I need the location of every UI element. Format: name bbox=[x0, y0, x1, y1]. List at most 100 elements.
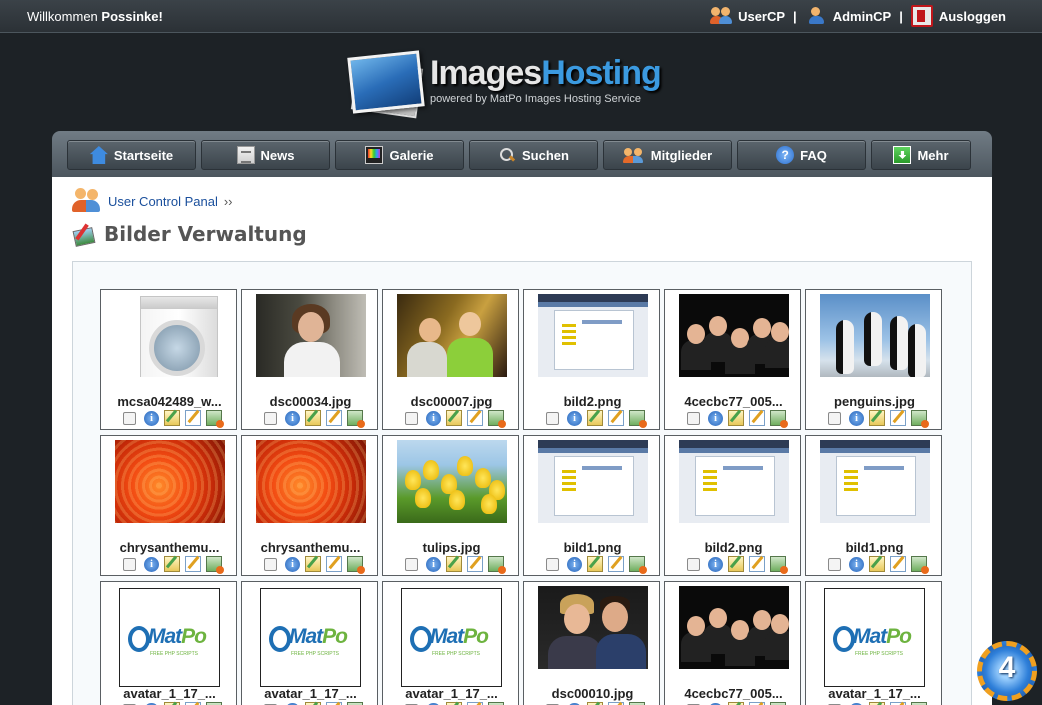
rename-icon[interactable] bbox=[608, 410, 624, 426]
select-checkbox[interactable] bbox=[546, 557, 559, 571]
logout-link[interactable]: Ausloggen bbox=[910, 5, 1006, 27]
rename-icon[interactable] bbox=[749, 556, 765, 572]
image-card[interactable]: bild2.png i bbox=[664, 435, 801, 576]
info-icon[interactable]: i bbox=[426, 556, 441, 572]
info-icon[interactable]: i bbox=[285, 556, 300, 572]
rename-icon[interactable] bbox=[326, 556, 342, 572]
info-icon[interactable]: i bbox=[849, 410, 864, 426]
edit-icon[interactable] bbox=[446, 556, 462, 572]
image-thumbnail[interactable] bbox=[820, 440, 930, 523]
image-card[interactable]: chrysanthemu... i bbox=[241, 435, 378, 576]
image-card[interactable]: dsc00034.jpg i bbox=[241, 289, 378, 430]
select-checkbox[interactable] bbox=[828, 557, 841, 571]
edit-icon[interactable] bbox=[728, 556, 744, 572]
info-icon[interactable]: i bbox=[708, 410, 723, 426]
image-card[interactable]: dsc00007.jpg i bbox=[382, 289, 519, 430]
image-thumbnail[interactable] bbox=[820, 294, 930, 377]
site-logo[interactable]: ImagesHosting powered by MatPo Images Ho… bbox=[347, 50, 678, 122]
delete-icon[interactable] bbox=[347, 410, 365, 428]
rename-icon[interactable] bbox=[467, 410, 483, 426]
image-thumbnail[interactable] bbox=[397, 294, 507, 377]
edit-icon[interactable] bbox=[587, 556, 603, 572]
image-thumbnail[interactable] bbox=[679, 586, 789, 669]
edit-icon[interactable] bbox=[305, 556, 321, 572]
nav-galerie[interactable]: Galerie bbox=[335, 140, 464, 170]
info-icon[interactable]: i bbox=[285, 410, 300, 426]
select-checkbox[interactable] bbox=[405, 557, 418, 571]
rename-icon[interactable] bbox=[890, 410, 906, 426]
edit-icon[interactable] bbox=[587, 410, 603, 426]
image-thumbnail[interactable]: MatPo FREE PHP SCRIPTS bbox=[260, 588, 361, 687]
image-card[interactable]: bild2.png i bbox=[523, 289, 660, 430]
rename-icon[interactable] bbox=[185, 410, 201, 426]
edit-icon[interactable] bbox=[164, 556, 180, 572]
image-thumbnail[interactable] bbox=[115, 440, 225, 523]
delete-icon[interactable] bbox=[488, 410, 506, 428]
image-card[interactable]: dsc00010.jpgi bbox=[523, 581, 660, 705]
edit-icon[interactable] bbox=[869, 556, 885, 572]
info-icon[interactable]: i bbox=[567, 410, 582, 426]
select-checkbox[interactable] bbox=[123, 557, 136, 571]
breadcrumb-link[interactable]: User Control Panal bbox=[108, 194, 218, 209]
image-card[interactable]: bild1.png i bbox=[805, 435, 942, 576]
delete-icon[interactable] bbox=[347, 556, 365, 574]
edit-icon[interactable] bbox=[446, 410, 462, 426]
image-thumbnail[interactable] bbox=[115, 294, 225, 377]
image-thumbnail[interactable]: MatPo FREE PHP SCRIPTS bbox=[824, 588, 925, 687]
delete-icon[interactable] bbox=[629, 410, 647, 428]
delete-icon[interactable] bbox=[911, 410, 929, 428]
rename-icon[interactable] bbox=[467, 556, 483, 572]
image-card[interactable]: chrysanthemu... i bbox=[100, 435, 237, 576]
info-icon[interactable]: i bbox=[426, 410, 441, 426]
image-thumbnail[interactable] bbox=[538, 586, 648, 669]
image-thumbnail[interactable]: MatPo FREE PHP SCRIPTS bbox=[401, 588, 502, 687]
image-thumbnail[interactable] bbox=[538, 440, 648, 523]
image-card[interactable]: MatPoFREE PHP SCRIPTSavatar_1_17_...i bbox=[382, 581, 519, 705]
rename-icon[interactable] bbox=[185, 556, 201, 572]
image-card[interactable]: tulips.jpg i bbox=[382, 435, 519, 576]
nav-mitglieder[interactable]: Mitglieder bbox=[603, 140, 732, 170]
image-thumbnail[interactable] bbox=[397, 440, 507, 523]
delete-icon[interactable] bbox=[770, 410, 788, 428]
delete-icon[interactable] bbox=[770, 556, 788, 574]
image-card[interactable]: 4cecbc77_005...i bbox=[664, 581, 801, 705]
select-checkbox[interactable] bbox=[687, 557, 700, 571]
image-thumbnail[interactable] bbox=[679, 294, 789, 377]
select-checkbox[interactable] bbox=[405, 411, 418, 425]
select-checkbox[interactable] bbox=[264, 411, 277, 425]
delete-icon[interactable] bbox=[629, 556, 647, 574]
info-icon[interactable]: i bbox=[849, 556, 864, 572]
info-icon[interactable]: i bbox=[567, 556, 582, 572]
nav-suchen[interactable]: Suchen bbox=[469, 140, 598, 170]
rename-icon[interactable] bbox=[326, 410, 342, 426]
image-thumbnail[interactable]: MatPo FREE PHP SCRIPTS bbox=[119, 588, 220, 687]
image-card[interactable]: bild1.png i bbox=[523, 435, 660, 576]
edit-icon[interactable] bbox=[305, 410, 321, 426]
image-thumbnail[interactable] bbox=[679, 440, 789, 523]
select-checkbox[interactable] bbox=[264, 557, 277, 571]
image-card[interactable]: mcsa042489_w... i bbox=[100, 289, 237, 430]
select-checkbox[interactable] bbox=[123, 411, 136, 425]
admincp-link[interactable]: AdminCP bbox=[805, 6, 891, 26]
delete-icon[interactable] bbox=[206, 556, 224, 574]
edit-icon[interactable] bbox=[728, 410, 744, 426]
info-icon[interactable]: i bbox=[708, 556, 723, 572]
gear-badge-icon[interactable]: 4 bbox=[975, 639, 1039, 703]
select-checkbox[interactable] bbox=[546, 411, 559, 425]
image-thumbnail[interactable] bbox=[256, 440, 366, 523]
rename-icon[interactable] bbox=[749, 410, 765, 426]
delete-icon[interactable] bbox=[488, 556, 506, 574]
rename-icon[interactable] bbox=[890, 556, 906, 572]
image-thumbnail[interactable] bbox=[256, 294, 366, 377]
info-icon[interactable]: i bbox=[144, 556, 159, 572]
select-checkbox[interactable] bbox=[828, 411, 841, 425]
edit-icon[interactable] bbox=[869, 410, 885, 426]
image-card[interactable]: MatPoFREE PHP SCRIPTSavatar_1_17_...i bbox=[241, 581, 378, 705]
select-checkbox[interactable] bbox=[687, 411, 700, 425]
info-icon[interactable]: i bbox=[144, 410, 159, 426]
delete-icon[interactable] bbox=[206, 410, 224, 428]
image-card[interactable]: 4cecbc77_005...i bbox=[664, 289, 801, 430]
nav-news[interactable]: News bbox=[201, 140, 330, 170]
usercp-link[interactable]: UserCP bbox=[710, 6, 785, 26]
image-card[interactable]: MatPoFREE PHP SCRIPTSavatar_1_17_...i bbox=[100, 581, 237, 705]
